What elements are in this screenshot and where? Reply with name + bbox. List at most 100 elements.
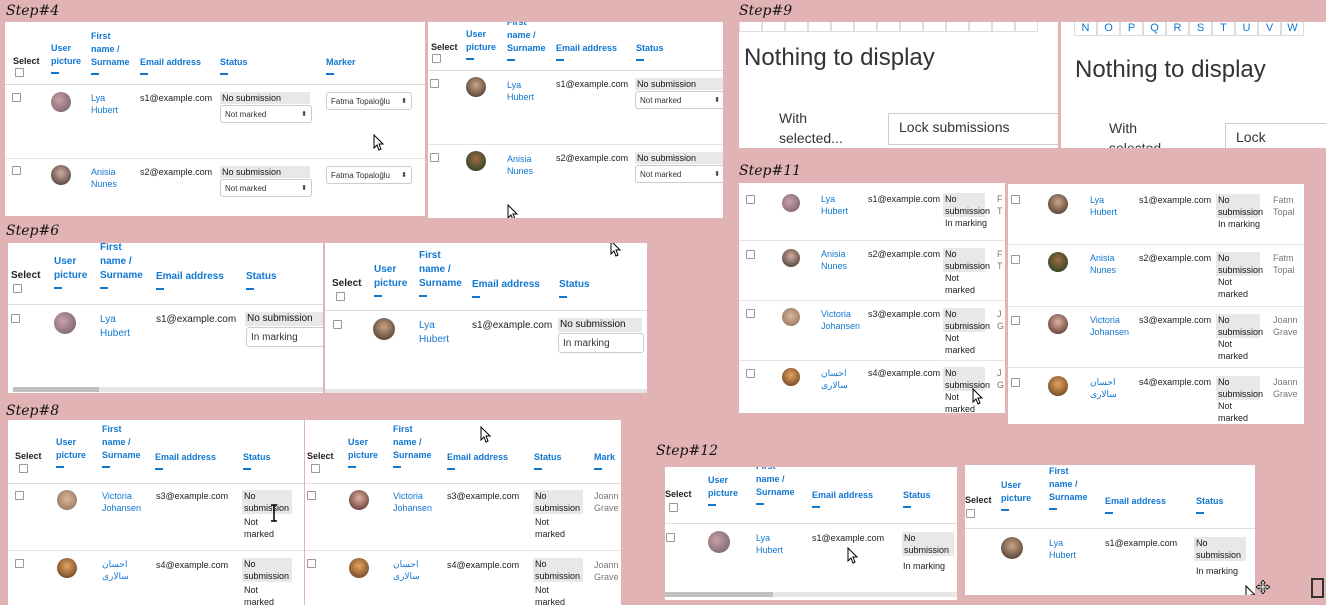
horizontal-scrollbar[interactable] [13, 387, 323, 392]
name-header[interactable]: Firstname /Surname [91, 30, 130, 75]
user-name-link[interactable]: Victoria Johansen [1090, 314, 1129, 338]
user-name-link[interactable]: Lya Hubert [756, 532, 783, 556]
resize-handle[interactable] [1311, 578, 1324, 598]
row-checkbox[interactable] [746, 369, 755, 378]
name-header[interactable]: Firstname /Surname [507, 22, 546, 61]
letter-filter[interactable]: P [1120, 22, 1143, 36]
user-name-link[interactable]: Anisia Nunes [507, 153, 533, 177]
select-all-checkbox[interactable] [966, 509, 975, 518]
marking-workflow-select[interactable]: In marking [246, 327, 323, 347]
select-all-checkbox[interactable] [13, 284, 22, 293]
horizontal-scrollbar[interactable] [665, 592, 957, 597]
marking-workflow-select[interactable]: Not marked ⬍ [220, 105, 312, 123]
user-name-link[interactable]: Lya Hubert [1090, 194, 1117, 218]
user-name-link[interactable]: Anisia Nunes [1090, 252, 1116, 276]
row-checkbox[interactable] [1011, 255, 1020, 264]
status-header[interactable]: Status [220, 56, 248, 75]
letter-filter[interactable]: U [1235, 22, 1258, 36]
status-header[interactable]: Status [246, 270, 277, 290]
user-name-link[interactable]: احسان سالاری [102, 558, 129, 582]
user-picture-header[interactable]: User picture [374, 263, 407, 297]
user-name-link[interactable]: Lya Hubert [507, 79, 534, 103]
name-header[interactable]: Firstname /Surname [419, 249, 462, 297]
status-header[interactable]: Status [559, 278, 590, 298]
select-all-checkbox[interactable] [669, 503, 678, 512]
row-checkbox[interactable] [746, 309, 755, 318]
user-picture-header[interactable]: User picture [54, 255, 87, 289]
row-checkbox[interactable] [15, 491, 24, 500]
letter-filter[interactable]: S [1189, 22, 1212, 36]
row-checkbox[interactable] [15, 559, 24, 568]
select-all-checkbox[interactable] [336, 292, 345, 301]
row-checkbox[interactable] [430, 153, 439, 162]
letter-filter[interactable]: N [1074, 22, 1097, 36]
row-checkbox[interactable] [666, 533, 675, 542]
status-header[interactable]: Status [1196, 495, 1224, 514]
letter-filter[interactable]: R [1166, 22, 1189, 36]
name-header[interactable]: Firstname /Surname [102, 423, 141, 468]
user-name-link[interactable]: احسان سالاری [1090, 376, 1117, 400]
user-picture-header[interactable]: User picture [348, 436, 378, 468]
row-checkbox[interactable] [307, 491, 316, 500]
row-checkbox[interactable] [11, 314, 20, 323]
marking-workflow-select[interactable]: In marking [558, 333, 644, 353]
user-name-link[interactable]: Lya Hubert [1049, 537, 1076, 561]
user-name-link[interactable]: Anisia Nunes [821, 248, 847, 272]
select-all-checkbox[interactable] [432, 54, 441, 63]
name-header[interactable]: Firstname /Surname [393, 423, 432, 468]
user-picture-header[interactable]: User picture [708, 474, 738, 506]
user-name-link[interactable]: Anisia Nunes [91, 166, 117, 190]
user-picture-header[interactable]: User picture [466, 28, 496, 60]
row-checkbox[interactable] [12, 93, 21, 102]
email-header[interactable]: Email address [556, 42, 617, 61]
email-header[interactable]: Email address [812, 489, 873, 508]
user-picture-header[interactable]: User picture [56, 436, 86, 468]
user-picture-header[interactable]: User picture [1001, 479, 1031, 511]
email-header[interactable]: Email address [140, 56, 201, 75]
letter-filter[interactable]: W [1281, 22, 1304, 36]
row-checkbox[interactable] [746, 250, 755, 259]
marker-header[interactable]: Mark [594, 451, 615, 470]
name-header[interactable]: Firstname /Surname [756, 467, 795, 505]
name-header[interactable]: Firstname /Surname [100, 243, 143, 289]
user-name-link[interactable]: احسان سالاری [393, 558, 420, 582]
row-checkbox[interactable] [12, 166, 21, 175]
marker-select[interactable]: Fatma Topaloğlu ⬍ [326, 92, 412, 110]
marker-select[interactable]: Fatma Topaloğlu ⬍ [326, 166, 412, 184]
horizontal-scrollbar[interactable] [325, 389, 647, 393]
row-checkbox[interactable] [1011, 378, 1020, 387]
user-name-link[interactable]: Victoria Johansen [102, 490, 141, 514]
email-header[interactable]: Email address [155, 451, 216, 470]
user-name-link[interactable]: Victoria Johansen [821, 308, 860, 332]
letter-filter[interactable]: T [1212, 22, 1235, 36]
email-header[interactable]: Email address [156, 270, 224, 290]
row-checkbox[interactable] [333, 320, 342, 329]
letter-filter[interactable]: O [1097, 22, 1120, 36]
select-all-checkbox[interactable] [19, 464, 28, 473]
marker-header[interactable]: Marker [326, 56, 356, 75]
select-all-checkbox[interactable] [311, 464, 320, 473]
marking-workflow-select[interactable]: Not marked ⬍ [635, 91, 723, 109]
user-name-link[interactable]: Lya Hubert [419, 319, 449, 347]
marking-workflow-select[interactable]: Not marked ⬍ [220, 179, 312, 197]
row-checkbox[interactable] [1011, 316, 1020, 325]
letter-filter[interactable]: Q [1143, 22, 1166, 36]
user-name-link[interactable]: Lya Hubert [91, 92, 118, 116]
email-header[interactable]: Email address [472, 278, 540, 298]
user-name-link[interactable]: Lya Hubert [100, 313, 130, 341]
bulk-action-select[interactable]: Lock submissions [888, 113, 1058, 145]
letter-filter[interactable]: V [1258, 22, 1281, 36]
status-header[interactable]: Status [243, 451, 271, 470]
select-all-checkbox[interactable] [15, 68, 24, 77]
row-checkbox[interactable] [746, 195, 755, 204]
bulk-action-select[interactable]: Lock submissio [1225, 123, 1326, 148]
marking-workflow-select[interactable]: Not marked ⬍ [635, 165, 723, 183]
row-checkbox[interactable] [307, 559, 316, 568]
user-picture-header[interactable]: User picture [51, 42, 81, 74]
status-header[interactable]: Status [534, 451, 562, 470]
user-name-link[interactable]: Lya Hubert [821, 193, 848, 217]
name-header[interactable]: Firstname /Surname [1049, 465, 1088, 510]
status-header[interactable]: Status [636, 42, 664, 61]
row-checkbox[interactable] [430, 79, 439, 88]
row-checkbox[interactable] [1011, 195, 1020, 204]
